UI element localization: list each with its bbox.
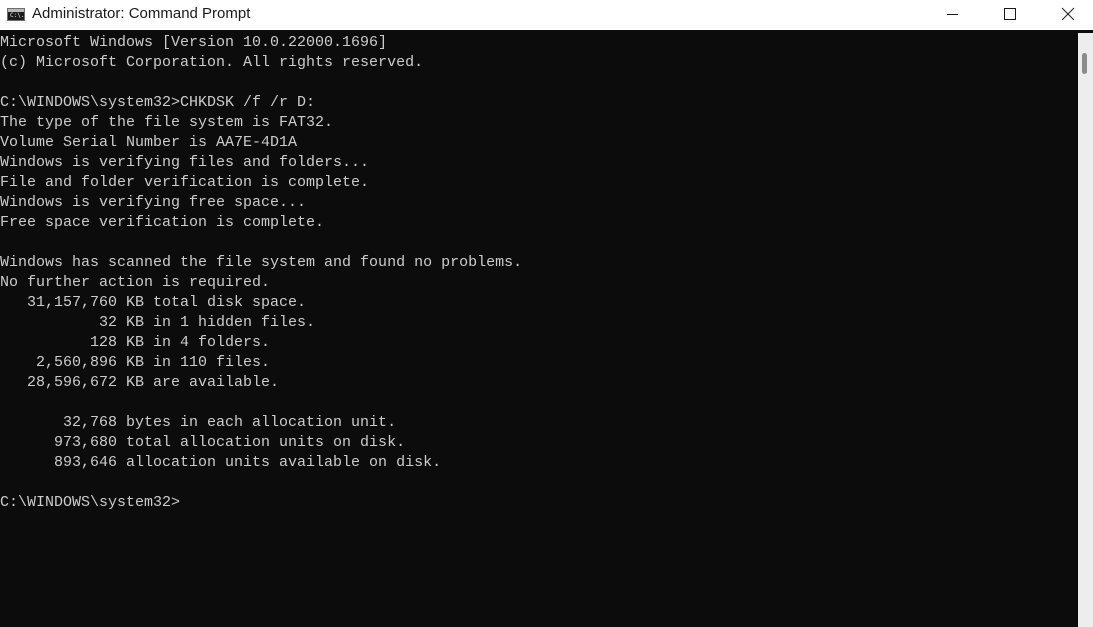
console-line: 28,596,672 KB are available. xyxy=(0,374,280,391)
console-line: 128 KB in 4 folders. xyxy=(0,334,271,351)
console-line: 31,157,760 KB total disk space. xyxy=(0,294,307,311)
console-line: (c) Microsoft Corporation. All rights re… xyxy=(0,54,424,71)
command-prompt-icon[interactable]: C:\. xyxy=(7,8,25,21)
console-line: 2,560,896 KB in 110 files. xyxy=(0,354,271,371)
console-line: No further action is required. xyxy=(0,274,271,291)
console-line: Windows has scanned the file system and … xyxy=(0,254,523,271)
console-line: C:\WINDOWS\system32>CHKDSK /f /r D: xyxy=(0,94,316,111)
console-line: C:\WINDOWS\system32> xyxy=(0,494,181,511)
console-output[interactable]: Microsoft Windows [Version 10.0.22000.16… xyxy=(0,33,1078,627)
console-line: 32 KB in 1 hidden files. xyxy=(0,314,316,331)
window-title: Administrator: Command Prompt xyxy=(32,5,251,22)
vertical-scrollbar[interactable] xyxy=(1078,33,1093,627)
minimize-button[interactable] xyxy=(923,0,981,30)
maximize-button[interactable] xyxy=(981,0,1039,30)
minimize-icon xyxy=(947,14,958,15)
app-icon-glyph: C:\. xyxy=(10,12,25,19)
title-bar[interactable]: C:\. Administrator: Command Prompt xyxy=(0,0,1093,30)
console-line: Windows is verifying free space... xyxy=(0,194,307,211)
close-button[interactable] xyxy=(1039,0,1093,30)
close-icon xyxy=(1061,7,1075,21)
command-prompt-window: C:\. Administrator: Command Prompt Micro… xyxy=(0,0,1093,627)
console-line: Windows is verifying files and folders..… xyxy=(0,154,370,171)
maximize-icon xyxy=(1004,8,1016,20)
console-line: 973,680 total allocation units on disk. xyxy=(0,434,406,451)
console-line: 32,768 bytes in each allocation unit. xyxy=(0,414,397,431)
scrollbar-thumb[interactable] xyxy=(1082,53,1087,74)
console-line: The type of the file system is FAT32. xyxy=(0,114,334,131)
console-line: Microsoft Windows [Version 10.0.22000.16… xyxy=(0,34,388,51)
console-line: File and folder verification is complete… xyxy=(0,174,370,191)
console-line: 893,646 allocation units available on di… xyxy=(0,454,442,471)
console-line: Free space verification is complete. xyxy=(0,214,325,231)
console-line: Volume Serial Number is AA7E-4D1A xyxy=(0,134,298,151)
